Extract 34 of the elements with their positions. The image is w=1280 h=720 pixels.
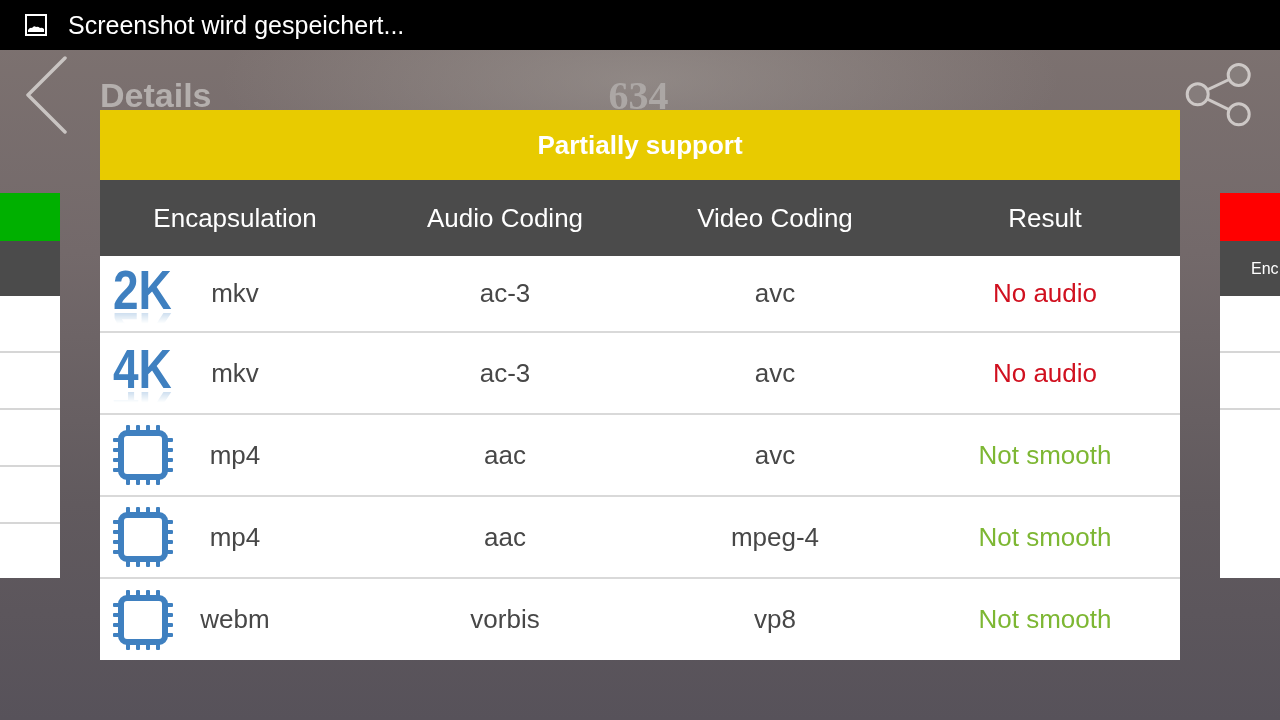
- page-title: Details: [100, 75, 212, 115]
- table-cell: No audio: [992, 278, 1098, 309]
- table-cell: ac-3: [479, 357, 531, 389]
- dialog-title: Partially support: [537, 129, 743, 161]
- table-cell: mkv: [211, 357, 259, 389]
- table-cell: Not smooth: [978, 521, 1112, 553]
- table-cell: Not smooth: [978, 604, 1112, 635]
- table-cell: mpeg-4: [730, 521, 820, 553]
- share-icon[interactable]: [1185, 62, 1252, 128]
- table-cell: mp4: [209, 439, 261, 471]
- table-cell: mkv: [211, 278, 259, 309]
- notification-text: Screenshot wird gespeichert...: [68, 10, 405, 40]
- image-icon: [25, 14, 47, 36]
- table-cell: avc: [754, 439, 796, 471]
- table-cell: Not smooth: [978, 439, 1112, 471]
- table-cell: avc: [754, 278, 796, 309]
- table-cell: vorbis: [470, 604, 540, 635]
- column-header: Result: [1008, 202, 1082, 234]
- table-cell: webm: [200, 604, 270, 635]
- table-cell: avc: [754, 357, 796, 389]
- resolution-label: 2K: [113, 268, 172, 311]
- column-header: Audio Coding: [426, 202, 584, 234]
- table-cell: vp8: [754, 604, 796, 635]
- table-cell: No audio: [992, 357, 1098, 389]
- column-header: Enc: [1251, 259, 1279, 278]
- column-header: Video Coding: [697, 202, 853, 234]
- table-cell: mp4: [209, 521, 261, 553]
- table-cell: aac: [484, 521, 526, 553]
- card-header-row: [0, 241, 60, 296]
- table-cell: aac: [484, 439, 526, 471]
- column-header: Encapsulation: [153, 202, 317, 234]
- resolution-label: 4K: [113, 348, 172, 390]
- table-cell: ac-3: [479, 278, 531, 309]
- back-icon[interactable]: [25, 56, 67, 134]
